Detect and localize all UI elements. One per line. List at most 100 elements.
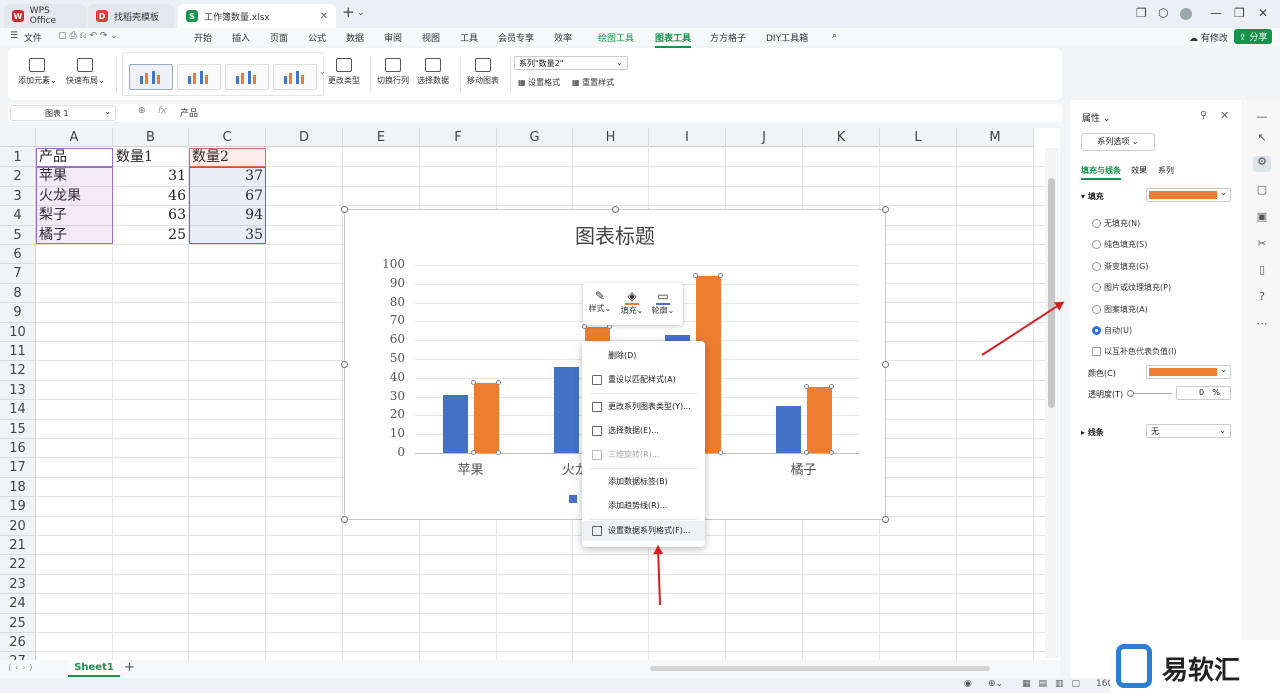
transparency-slider[interactable] [1127, 390, 1172, 397]
resize-handle[interactable] [341, 206, 348, 213]
view-mode-icons[interactable]: ▦▤▥▢ [1022, 679, 1088, 689]
edit-status[interactable]: ☁ 有修改 [1189, 31, 1228, 44]
row-header-15[interactable]: 15 [0, 419, 36, 439]
bar-2-1[interactable] [473, 383, 499, 453]
row-header-9[interactable]: 9 [0, 303, 36, 323]
properties-icon[interactable]: ⚙ [1253, 156, 1271, 172]
radio-no-fill[interactable]: 无填充(N) [1092, 218, 1140, 229]
row-header-26[interactable]: 26 [0, 633, 36, 653]
column-header-c[interactable]: C [189, 128, 266, 147]
row-header-6[interactable]: 6 [0, 245, 36, 265]
tools-icon[interactable]: ✂ [1256, 238, 1268, 250]
quick-access-icons[interactable]: ▢ ⎙ ⎌ ↶ ↷ ⌄ [58, 31, 118, 41]
switch-row-col-button[interactable]: 切换行列 [377, 58, 409, 86]
select-data-button[interactable]: 选择数据 [417, 58, 449, 86]
chevron-down-icon[interactable]: ⌄ [357, 8, 365, 18]
column-header-b[interactable]: B [113, 128, 189, 147]
menu-file[interactable]: 文件 [24, 31, 42, 44]
resize-handle[interactable] [341, 361, 348, 368]
chart-style-2[interactable] [177, 64, 221, 90]
fill-button[interactable]: ◈ 填充⌄ [618, 289, 646, 316]
row-header-3[interactable]: 3 [0, 186, 36, 207]
row-header-27[interactable]: 27 [0, 652, 36, 660]
column-header-e[interactable]: E [343, 128, 420, 147]
fill-color-picker[interactable]: ⌄ [1146, 188, 1231, 202]
menu-add-trendline[interactable]: 添加趋势线(R)... [582, 496, 705, 516]
slider-thumb[interactable] [1127, 390, 1134, 397]
column-header-m[interactable]: M [957, 128, 1034, 147]
series-options-dropdown[interactable]: 系列选项 ⌄ [1081, 133, 1155, 151]
resize-handle[interactable] [882, 516, 889, 523]
row-header-12[interactable]: 12 [0, 361, 36, 381]
row-header-16[interactable]: 16 [0, 439, 36, 459]
row-header-18[interactable]: 18 [0, 477, 36, 498]
radio-pattern-fill[interactable]: 图案填充(A) [1092, 304, 1148, 315]
menu-diy-toolbox[interactable]: DIY工具箱 [766, 31, 808, 44]
add-sheet-button[interactable]: + [124, 660, 135, 675]
avatar[interactable] [1180, 8, 1192, 20]
column-header-a[interactable]: A [36, 128, 113, 147]
tab-effects[interactable]: 效果 [1131, 165, 1147, 176]
menu-member[interactable]: 会员专享 [498, 31, 534, 44]
radio-automatic[interactable]: 自动(U) [1092, 325, 1132, 336]
sheet-nav-icons[interactable]: ⟨‹›⟩ [8, 663, 37, 672]
more-icon[interactable]: ⋯ [1256, 318, 1268, 330]
move-chart-button[interactable]: 移动图表 [467, 58, 499, 86]
formula-input[interactable]: 产品 [180, 106, 198, 119]
radio-solid-fill[interactable]: 纯色填充(S) [1092, 239, 1147, 250]
chart-style-1[interactable] [129, 64, 173, 90]
resize-handle[interactable] [612, 206, 619, 213]
tab-template[interactable]: D 找稻壳模板 [88, 4, 174, 28]
panel-title[interactable]: 属性 ⌄ [1082, 111, 1110, 124]
book-icon[interactable]: ▯ [1256, 264, 1268, 276]
menu-start[interactable]: 开始 [194, 31, 212, 44]
chart-style-4[interactable] [273, 64, 317, 90]
fx-icon[interactable]: fx [158, 106, 167, 116]
resize-handle[interactable] [341, 516, 348, 523]
line-dropdown[interactable]: 无 ⌄ [1146, 424, 1231, 438]
fill-section-header[interactable]: ▾ 填充 [1081, 191, 1104, 202]
bar-1-1[interactable] [442, 394, 468, 453]
chart-title[interactable]: 图表标题 [345, 220, 885, 249]
column-header-g[interactable]: G [497, 128, 573, 147]
menu-change-series-type[interactable]: 更改系列图表类型(Y)... [582, 397, 705, 417]
search-icon[interactable]: ⌕ [832, 31, 837, 41]
comment-icon[interactable]: ▢ [1256, 184, 1268, 196]
menu-view[interactable]: 视图 [422, 31, 440, 44]
outline-button[interactable]: ▭ 轮廓⌄ [649, 289, 677, 316]
new-tab-icon[interactable]: + [342, 3, 355, 21]
tab-wps-office[interactable]: W WPS Office [4, 4, 86, 28]
bar-2-4[interactable] [806, 387, 832, 453]
resize-handle[interactable] [882, 206, 889, 213]
bar-1-2[interactable] [553, 366, 579, 453]
style-button[interactable]: ✎ 样式⌄ [586, 289, 614, 314]
close-icon[interactable]: ✕ [1220, 109, 1229, 122]
radio-gradient-fill[interactable]: 渐变填充(G) [1092, 261, 1148, 272]
maximize-icon[interactable]: ❐ [1234, 6, 1245, 20]
menu-efficiency[interactable]: 效率 [554, 31, 572, 44]
menu-fangfang[interactable]: 方方格子 [710, 31, 746, 44]
name-box[interactable]: 图表 1 ⌄ [10, 105, 116, 121]
row-header-13[interactable]: 13 [0, 380, 36, 401]
reset-style-button[interactable]: ▦ 重置样式 [572, 77, 614, 88]
row-header-20[interactable]: 20 [0, 516, 36, 536]
cell-b3[interactable]: 46 [113, 187, 189, 206]
horizontal-scrollbar[interactable] [650, 666, 990, 671]
sheet-tab-sheet1[interactable]: Sheet1 [68, 660, 120, 677]
cell-b1[interactable]: 数量1 [113, 148, 189, 167]
collapse-icon[interactable]: — [1256, 111, 1268, 123]
menu-add-data-labels[interactable]: 添加数据标签(B) [582, 472, 705, 492]
cell-b5[interactable]: 25 [113, 226, 189, 245]
menu-formula[interactable]: 公式 [308, 31, 326, 44]
cell-b4[interactable]: 63 [113, 206, 189, 225]
column-header-k[interactable]: K [803, 128, 880, 147]
cube-icon[interactable]: ⬡ [1158, 6, 1168, 20]
row-header-11[interactable]: 11 [0, 342, 36, 362]
row-header-17[interactable]: 17 [0, 458, 36, 478]
eye-icon[interactable]: ◉ [964, 679, 972, 689]
minimize-icon[interactable]: — [1210, 6, 1222, 20]
transparency-input[interactable]: 0% [1176, 386, 1231, 400]
series-select[interactable]: 系列"数量2" ⌄ [514, 56, 628, 70]
share-button[interactable]: ⇪ 分享 [1234, 29, 1273, 44]
column-header-j[interactable]: J [726, 128, 803, 147]
